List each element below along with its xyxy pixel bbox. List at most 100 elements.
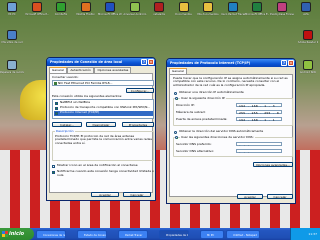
- desktop-icon[interactable]: Microsoft Office E...: [245, 2, 269, 26]
- item-checkbox[interactable]: [55, 106, 58, 110]
- ip-address-field[interactable]: 192 . 168 . 1 . 3: [236, 102, 282, 107]
- adapter-field: NIC Fast Ethernet PCI Familia RTL8...: [52, 79, 154, 86]
- desktop-icon[interactable]: Mis documentos: [196, 2, 220, 26]
- components-list: NetBEUI sin NetBios Protocolo de transpo…: [52, 98, 154, 119]
- list-item[interactable]: NetBEUI sin NetBios: [60, 100, 90, 105]
- desktop-icon[interactable]: Documentos: [172, 2, 196, 26]
- start-button[interactable]: inicio: [0, 228, 34, 240]
- desktop-icon[interactable]: Universal Android...: [123, 2, 147, 26]
- item-checkbox[interactable]: [55, 101, 58, 105]
- notify-checkbox[interactable]: [52, 170, 55, 174]
- desktop-icon-label: RSAmyCase Forever: [269, 13, 294, 16]
- description-group: Descripción Protocolo TCP/IP. El protoco…: [52, 128, 154, 161]
- desktop-icon-network[interactable]: Mis sitios de red: [0, 30, 24, 54]
- install-button[interactable]: Instalar...: [52, 121, 82, 127]
- preferred-dns-label: Servidor DNS preferido:: [176, 141, 212, 146]
- help-button[interactable]: ?: [281, 60, 287, 66]
- gateway-field[interactable]: 192 . 168 . 1 . 1: [236, 116, 282, 121]
- auto-dns-label: Obtener la dirección del servidor DNS au…: [179, 129, 264, 133]
- desktop-icon[interactable]: Microsoft Office P...: [25, 2, 49, 26]
- application-icon: [80, 2, 91, 12]
- show-icon-checkbox[interactable]: [52, 164, 55, 168]
- desktop-icon[interactable]: Combofix: [49, 2, 73, 26]
- desktop-icon-label: AVG: [303, 13, 309, 16]
- help-button[interactable]: ?: [141, 59, 147, 65]
- desktop-icon-label: Android SDK: [299, 71, 317, 74]
- description-title: Descripción: [55, 128, 75, 134]
- application-icon: [105, 2, 115, 12]
- auto-ip-label: Obtener una dirección IP automáticamente: [179, 90, 244, 94]
- desktop-icon[interactable]: RSAmyCase Forever: [270, 2, 294, 26]
- application-icon: [252, 2, 262, 12]
- desktop-icon-adobe-reader[interactable]: Adobe Reader 9: [296, 30, 320, 54]
- properties-button[interactable]: Propiedades: [122, 121, 154, 127]
- application-icon: [178, 2, 189, 12]
- application-icon: [301, 2, 311, 12]
- application-icon: [56, 2, 66, 12]
- desktop-icon-label: Mozilla Firefox: [76, 13, 95, 16]
- desktop-icon-label: Microsoft Office E...: [245, 13, 269, 16]
- desktop-icon-android-sdk[interactable]: Android SDK: [296, 60, 320, 84]
- taskbar-button[interactable]: Untitled - Notepad: [226, 229, 260, 239]
- application-icon: [154, 2, 164, 12]
- subnet-mask-field[interactable]: 255 . 255 . 255 . 0: [236, 109, 282, 114]
- android-icon: [303, 60, 313, 70]
- tcpip-title-bar[interactable]: Propiedades de Protocolo Internet (TCP/I…: [167, 59, 295, 67]
- ip-address-label: Dirección IP:: [176, 102, 195, 107]
- cancel-button[interactable]: Cancelar: [123, 192, 151, 197]
- intro-text: Puede hacer que la configuración IP se a…: [173, 75, 288, 87]
- cancel-button[interactable]: Cancelar: [267, 194, 293, 199]
- desktop-icon-label: Combofix: [54, 13, 68, 16]
- start-label: inicio: [9, 231, 25, 237]
- taskbar-button-active[interactable]: Propiedades de Con...: [159, 229, 189, 239]
- alternate-dns-field[interactable]: . . .: [236, 148, 282, 153]
- desktop-icon-label: Mi PC: [8, 13, 16, 16]
- preferred-dns-field[interactable]: . . .: [236, 141, 282, 146]
- auto-dns-radio[interactable]: [174, 130, 177, 134]
- manual-ip-label: Usar la siguiente dirección IP:: [180, 95, 227, 101]
- application-icon: [129, 2, 140, 12]
- notify-label: Notificarme cuando esta conexión tenga c…: [57, 169, 154, 177]
- desktop-icon-label: Mis sitios de red: [1, 41, 23, 44]
- desktop-icon-label: Microsoft Office P...: [24, 13, 49, 16]
- manual-dns-radio[interactable]: [175, 136, 178, 139]
- ok-button[interactable]: Aceptar: [91, 192, 119, 197]
- desktop-icon[interactable]: Mozilla Firefox: [74, 2, 98, 26]
- network-card-icon: [54, 82, 57, 85]
- application-icon: [31, 2, 42, 12]
- network-places-icon: [7, 30, 17, 40]
- taskbar-button[interactable]: Packet Tracer: [118, 229, 148, 239]
- advanced-options-button[interactable]: Opciones avanzadas...: [253, 161, 293, 167]
- alternate-dns-label: Servidor DNS alternativo:: [176, 148, 215, 153]
- lan-title-bar[interactable]: Propiedades de Conexión de área local ? …: [47, 58, 155, 66]
- desktop-icon[interactable]: Instalador: [147, 2, 171, 26]
- desktop-icon-label: Universal Android...: [122, 13, 147, 16]
- auto-ip-radio[interactable]: [174, 91, 177, 95]
- desktop-icon[interactable]: Microsoft Office W...: [98, 2, 122, 26]
- desktop-icon[interactable]: Cisco Packet Tracer: [221, 2, 245, 26]
- desktop-icon-label: Adobe Reader 9: [297, 41, 319, 44]
- configure-button[interactable]: Configurar...: [126, 87, 154, 93]
- lan-window-title: Propiedades de Conexión de área local: [50, 60, 123, 64]
- ok-button[interactable]: Aceptar: [237, 194, 263, 199]
- close-button[interactable]: ×: [148, 59, 154, 65]
- tcpip-window-title: Propiedades de Protocolo Internet (TCP/I…: [170, 61, 251, 65]
- gateway-label: Puerta de enlace predeterminada:: [176, 116, 228, 121]
- desktop-icon-row: Mi PC Microsoft Office P... Combofix Mozill…: [0, 0, 320, 54]
- manual-ip-radio[interactable]: [175, 97, 178, 100]
- desktop-icon[interactable]: Mi PC: [0, 2, 24, 26]
- clock[interactable]: 11:37: [308, 232, 317, 236]
- item-checkbox[interactable]: [55, 111, 58, 115]
- taskbar-button[interactable]: Conexiones de red: [36, 229, 66, 239]
- desktop-icon-recycle-bin[interactable]: Papelera de reciclaje: [0, 60, 24, 84]
- windows-flag-icon: [2, 231, 8, 237]
- taskbar-button[interactable]: Estado de Conexión...: [77, 229, 107, 239]
- application-icon: [227, 2, 238, 12]
- list-item-selected[interactable]: Protocolo Internet (TCP/IP): [60, 110, 99, 115]
- taskbar-button[interactable]: Mi PC: [200, 229, 224, 239]
- desktop-icon-label: Mis documentos: [197, 13, 219, 16]
- desktop-icon[interactable]: AVG: [294, 2, 318, 26]
- application-icon: [7, 2, 17, 12]
- close-button[interactable]: ×: [288, 60, 294, 66]
- uninstall-button[interactable]: Desinstalar: [86, 121, 116, 127]
